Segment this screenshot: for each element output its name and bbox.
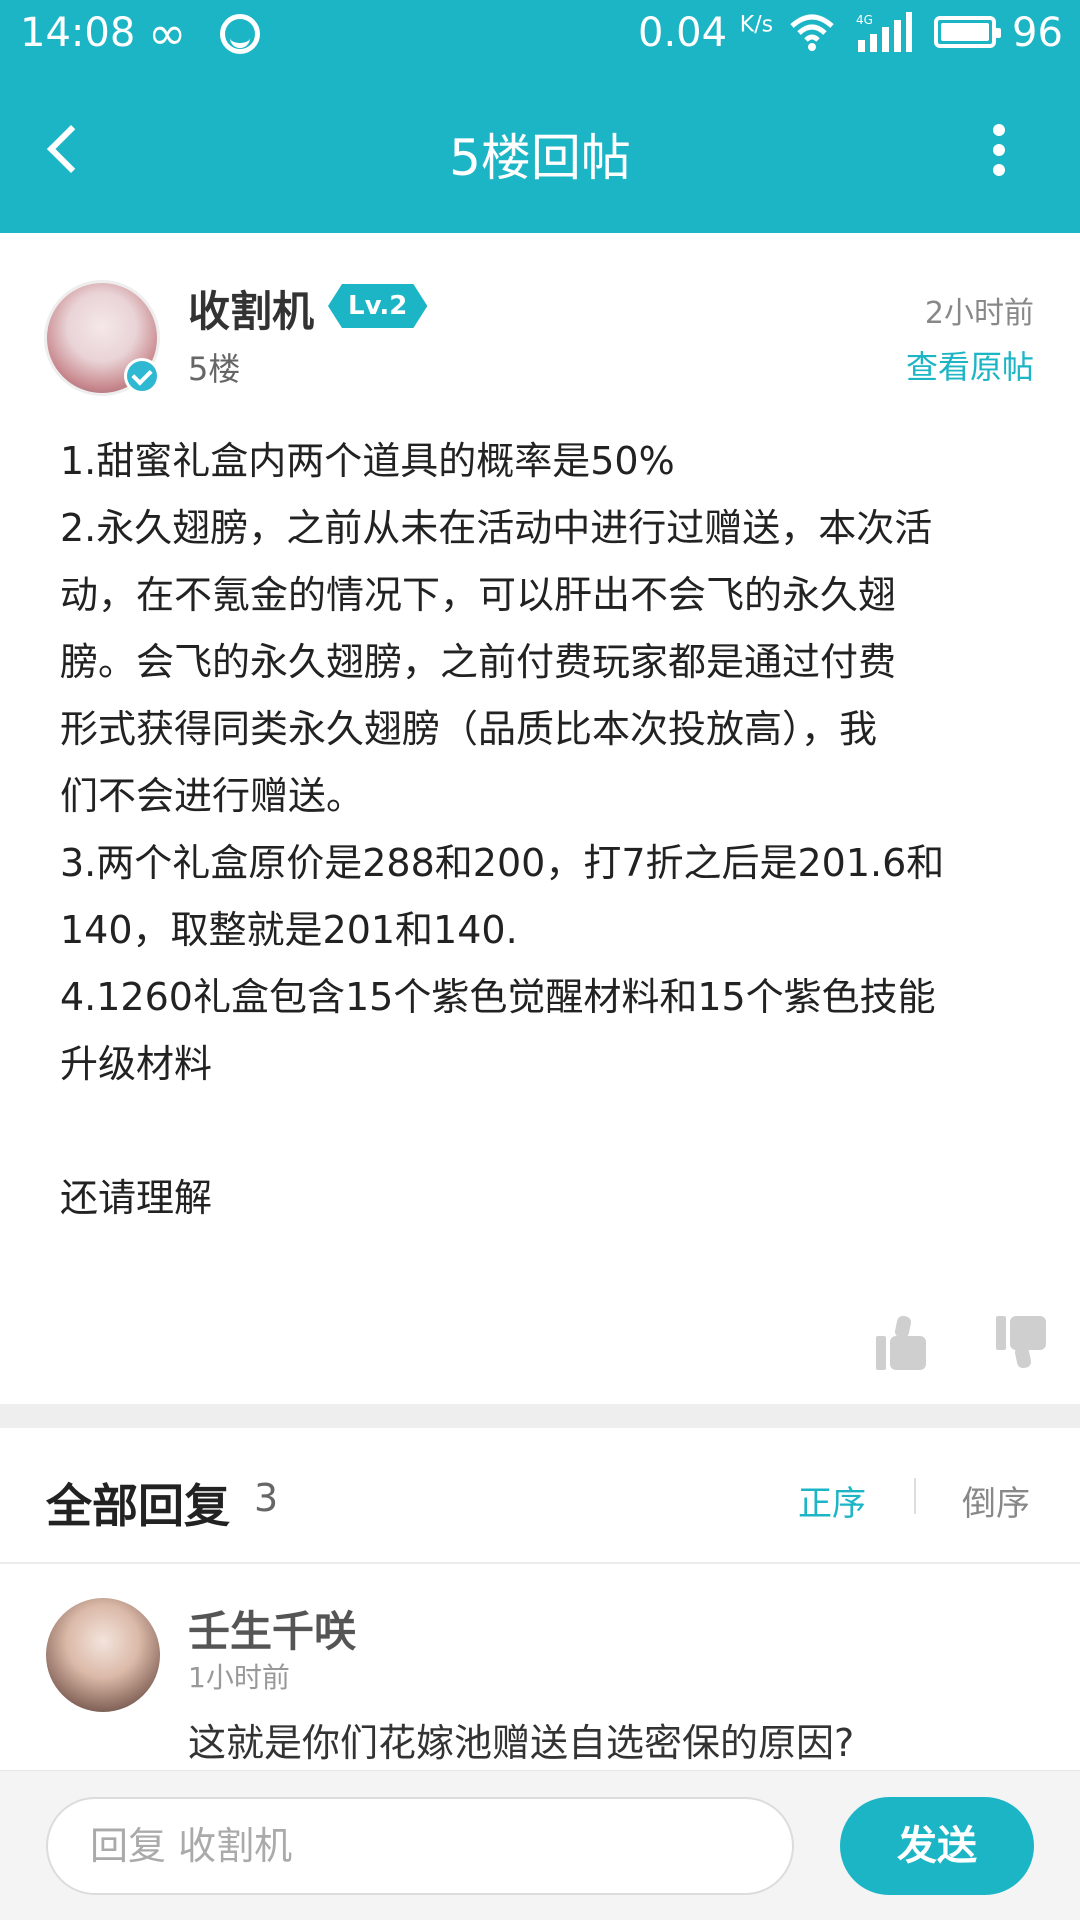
sort-descending-tab[interactable]: 倒序: [962, 1476, 1030, 1525]
replies-title: 全部回复: [46, 1479, 230, 1533]
author-name[interactable]: 收割机: [188, 278, 314, 339]
like-button[interactable]: [876, 1314, 926, 1370]
reply-input[interactable]: [46, 1797, 794, 1895]
network-type: 4G: [856, 13, 873, 27]
more-dot-icon: [993, 124, 1005, 136]
reply-time: 1小时前: [188, 1661, 290, 1694]
wifi-icon: [790, 14, 834, 51]
sort-ascending-tab[interactable]: 正序: [798, 1476, 866, 1525]
network-speed-unit: K/s: [739, 12, 774, 38]
status-bar: 14:08 ∞ 0.04 K/s 4G 96: [0, 0, 1080, 66]
more-dot-icon: [993, 144, 1005, 156]
sort-separator: [914, 1478, 916, 1514]
battery-level: 96: [1012, 10, 1063, 56]
status-time: 14:08: [20, 10, 136, 56]
level-badge: Lv.2: [328, 284, 427, 328]
page-title: 5楼回帖: [449, 129, 631, 187]
network-speed-value: 0.04: [638, 10, 728, 56]
more-options-button[interactable]: [980, 120, 1020, 180]
infinity-icon: ∞: [148, 6, 187, 60]
signal-icon: 4G: [856, 12, 912, 52]
thumbs-down-icon: [996, 1316, 1006, 1350]
floor-label: 5楼: [188, 350, 241, 388]
thumbs-up-palm: [890, 1336, 926, 1370]
more-dot-icon: [993, 164, 1005, 176]
view-original-link[interactable]: 查看原帖: [906, 342, 1034, 388]
dislike-button[interactable]: [996, 1316, 1046, 1370]
post-time: 2小时前: [924, 296, 1034, 331]
send-button[interactable]: 发送: [840, 1797, 1034, 1895]
verified-badge-icon: [124, 358, 160, 394]
divider: [0, 1562, 1080, 1564]
post-body: 1.甜蜜礼盒内两个道具的概率是50% 2.永久翅膀，之前从未在活动中进行过赠送，…: [60, 439, 945, 1220]
network-speed: 0.04 K/s: [638, 10, 773, 56]
reply-author[interactable]: 壬生千咲: [188, 1598, 356, 1659]
thumbs-up-icon: [876, 1336, 886, 1370]
thumbs-down-palm: [1010, 1316, 1046, 1350]
reply-avatar[interactable]: [46, 1598, 160, 1712]
replies-count: 3: [254, 1476, 279, 1520]
reply-bar: 发送: [0, 1770, 1080, 1920]
smiley-icon: [220, 14, 260, 54]
reply-text: 这就是你们花嫁池赠送自选密保的原因?: [188, 1721, 855, 1765]
battery-icon: [934, 16, 1001, 48]
section-divider: [0, 1404, 1080, 1428]
